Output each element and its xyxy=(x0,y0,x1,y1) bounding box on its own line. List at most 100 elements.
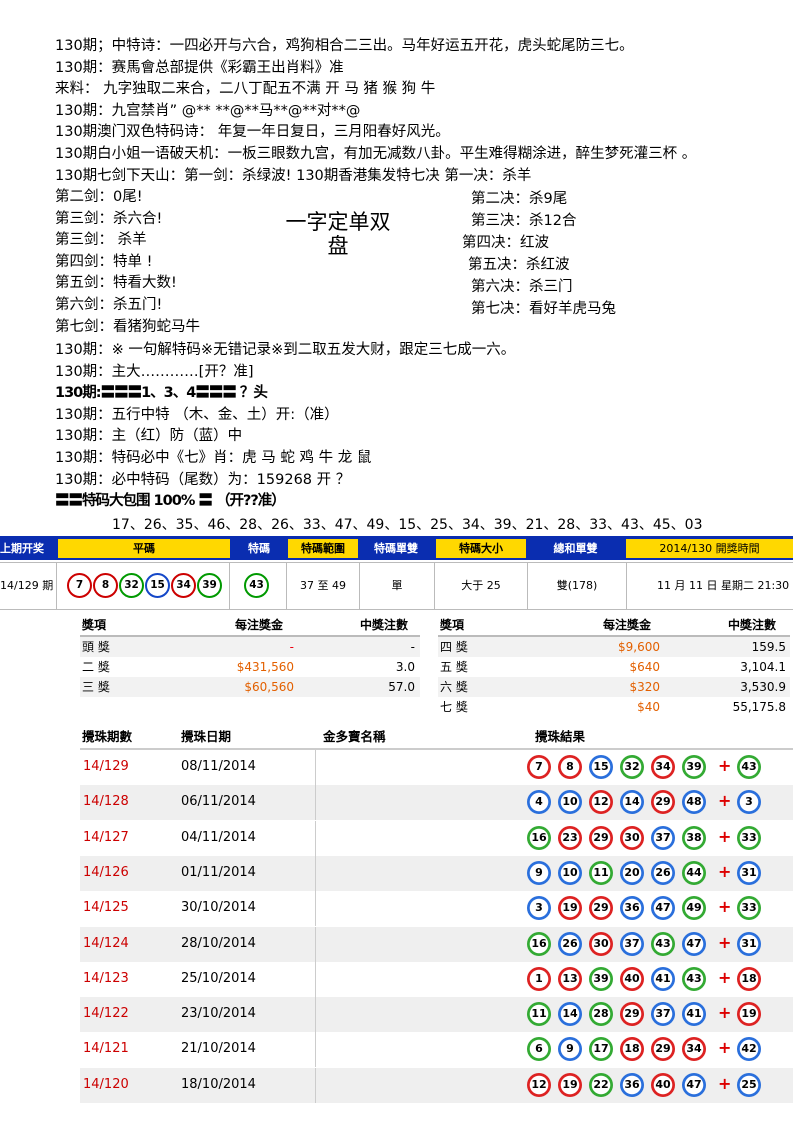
history-ball: 36 xyxy=(620,1072,644,1097)
sword-line: 第六剑：杀五门! xyxy=(55,296,163,313)
prize-item: 五 獎 xyxy=(440,660,468,674)
history-row: 14/121 21/10/2014 6 9 17 18 29 34 42 + xyxy=(80,1032,793,1068)
history-date: 21/10/2014 xyxy=(181,1041,256,1057)
prize-amount: $640 xyxy=(629,660,660,674)
prize-count: - xyxy=(410,640,415,654)
history-ball: 12 xyxy=(527,1072,551,1097)
history-ball: 34 xyxy=(682,1037,706,1062)
prize-count: 3.0 xyxy=(395,660,415,674)
history-ball: 4 xyxy=(527,790,551,815)
history-special-ball: 42 xyxy=(737,1037,761,1062)
history-period: 14/129 xyxy=(83,759,129,774)
prize-head-amount: 每注獎金 xyxy=(603,618,652,632)
history-row: 14/127 04/11/2014 16 23 29 30 37 38 33 + xyxy=(80,820,793,856)
history-ball: 47 xyxy=(682,931,706,956)
history-date: 04/11/2014 xyxy=(181,829,256,845)
history-ball: 44 xyxy=(682,860,706,885)
history-ball: 47 xyxy=(651,896,675,921)
history-special-ball: 25 xyxy=(737,1072,761,1097)
jue-line: 第四决：红波 xyxy=(462,235,549,251)
history-ball: 29 xyxy=(651,790,675,815)
history-ball: 1 xyxy=(527,966,551,991)
draw-ball: 34 xyxy=(171,573,196,598)
history-ball: 19 xyxy=(558,896,582,921)
history-ball: 15 xyxy=(589,755,613,779)
draw-ball: 15 xyxy=(145,573,170,598)
history-period: 14/125 xyxy=(83,900,129,916)
history-ball: 43 xyxy=(682,966,706,991)
history-ball: 16 xyxy=(527,931,551,956)
prize-amount: $320 xyxy=(629,680,660,694)
history-ball: 26 xyxy=(651,860,675,885)
jue-line: 第六决：杀三门 xyxy=(471,279,573,295)
history-ball: 30 xyxy=(589,931,613,956)
history-ball: 9 xyxy=(558,1037,582,1062)
text-line: 130期:〓〓〓1、3、4〓〓〓 ？头 xyxy=(55,385,268,402)
prize-count: 3,104.1 xyxy=(740,660,786,674)
results-header-bar: 上期开奖 平碼 特碼 特碼範圍 特碼單雙 特碼大小 總和單雙 2014/130 … xyxy=(0,536,793,560)
draw-ball: 7 xyxy=(67,573,92,598)
history-date: 01/11/2014 xyxy=(181,864,256,880)
prize-amount: $60,560 xyxy=(244,680,294,694)
prize-count: 55,175.8 xyxy=(732,700,786,714)
history-date: 23/10/2014 xyxy=(181,1006,256,1022)
history-ball: 11 xyxy=(589,860,613,885)
jue-line: 第五决：杀红波 xyxy=(468,257,570,273)
header-sum: 總和單雙 xyxy=(553,542,598,555)
history-ball: 32 xyxy=(620,755,644,779)
prize-row: 頭 獎-- xyxy=(80,637,420,657)
prize-amount: $9,600 xyxy=(618,640,660,654)
text-line: 130期：主大…………[开？准] xyxy=(55,363,254,380)
prize-head-count: 中獎注數 xyxy=(360,618,409,632)
history-special-ball: 31 xyxy=(737,860,761,885)
prize-count: 57.0 xyxy=(388,680,415,694)
sword-line: 第三剑： 杀羊 xyxy=(55,232,147,249)
latest-time: 11 月 11 日 星期二 21:30 xyxy=(657,579,790,592)
header-last-draw: 上期开奖 xyxy=(0,542,44,555)
history-row: 14/126 01/11/2014 9 10 11 20 26 44 31 + xyxy=(80,855,793,891)
draw-ball: 39 xyxy=(197,573,222,598)
latest-size: 大于 25 xyxy=(435,563,528,609)
history-ball: 39 xyxy=(589,966,613,991)
prize-row: 二 獎 $431,560 3.0 xyxy=(80,657,420,677)
jue-line: 第三决：杀12合 xyxy=(471,213,577,229)
text-line: 130期；中特诗：一四必开与六合，鸡狗相合二三出。马年好运五开花，虎头蛇尾防三七… xyxy=(55,38,634,54)
prize-item: 二 獎 xyxy=(82,660,110,674)
header-odd-even: 特碼單雙 xyxy=(374,542,418,555)
text-line: 来料： 九字独取二来合，二八丁配五不满 开 马 猪 猴 狗 牛 xyxy=(55,81,436,98)
history-ball: 47 xyxy=(682,1072,706,1097)
header-te-ma: 特碼 xyxy=(248,542,270,555)
history-period: 14/128 xyxy=(83,794,129,810)
text-line: 130期：赛馬會总部提供《彩霸王出肖料》准 xyxy=(55,59,344,76)
swords-column: 第二剑：0尾! 第三剑：杀六合! 第三剑： 杀羊 第四剑：特单 ! 第五剑：特看… xyxy=(55,187,200,338)
history-period: 14/127 xyxy=(83,829,129,845)
history-ball: 26 xyxy=(558,931,582,956)
history-ball: 41 xyxy=(682,1002,706,1027)
prize-head-item: 獎項 xyxy=(440,618,465,632)
latest-special-cell: 43 xyxy=(230,563,287,609)
history-period: 14/120 xyxy=(83,1076,129,1092)
latest-balls-cell: 7 8 32 15 34 39 xyxy=(57,563,230,609)
latest-range: 37 至 49 xyxy=(287,563,360,609)
history-special-ball: 31 xyxy=(737,931,761,956)
plus-icon: + xyxy=(718,826,732,846)
prize-row: 七 獎 $40 55,175.8 xyxy=(438,697,790,717)
history-ball: 29 xyxy=(589,896,613,921)
header-range: 特碼範圍 xyxy=(288,539,358,558)
history-special-ball: 19 xyxy=(737,1002,761,1027)
history-ball: 41 xyxy=(651,966,675,991)
history-period: 14/121 xyxy=(83,1041,129,1057)
prize-item: 頭 獎 xyxy=(82,640,110,654)
history-ball: 16 xyxy=(527,825,551,850)
plus-icon: + xyxy=(718,932,732,952)
history-ball: 6 xyxy=(527,1037,551,1062)
history-ball: 40 xyxy=(651,1072,675,1097)
history-row: 14/120 18/10/2014 12 19 22 36 40 47 25 + xyxy=(80,1067,793,1103)
plus-icon: + xyxy=(718,1003,732,1023)
text-line: 〓〓特码大包围 100% 〓 （开??准） xyxy=(55,493,286,510)
prize-count: 3,530.9 xyxy=(740,680,786,694)
history-ball: 30 xyxy=(620,825,644,850)
history-ball: 34 xyxy=(651,755,675,779)
history-ball: 10 xyxy=(558,790,582,815)
latest-period: 14/129 期 xyxy=(0,563,57,609)
